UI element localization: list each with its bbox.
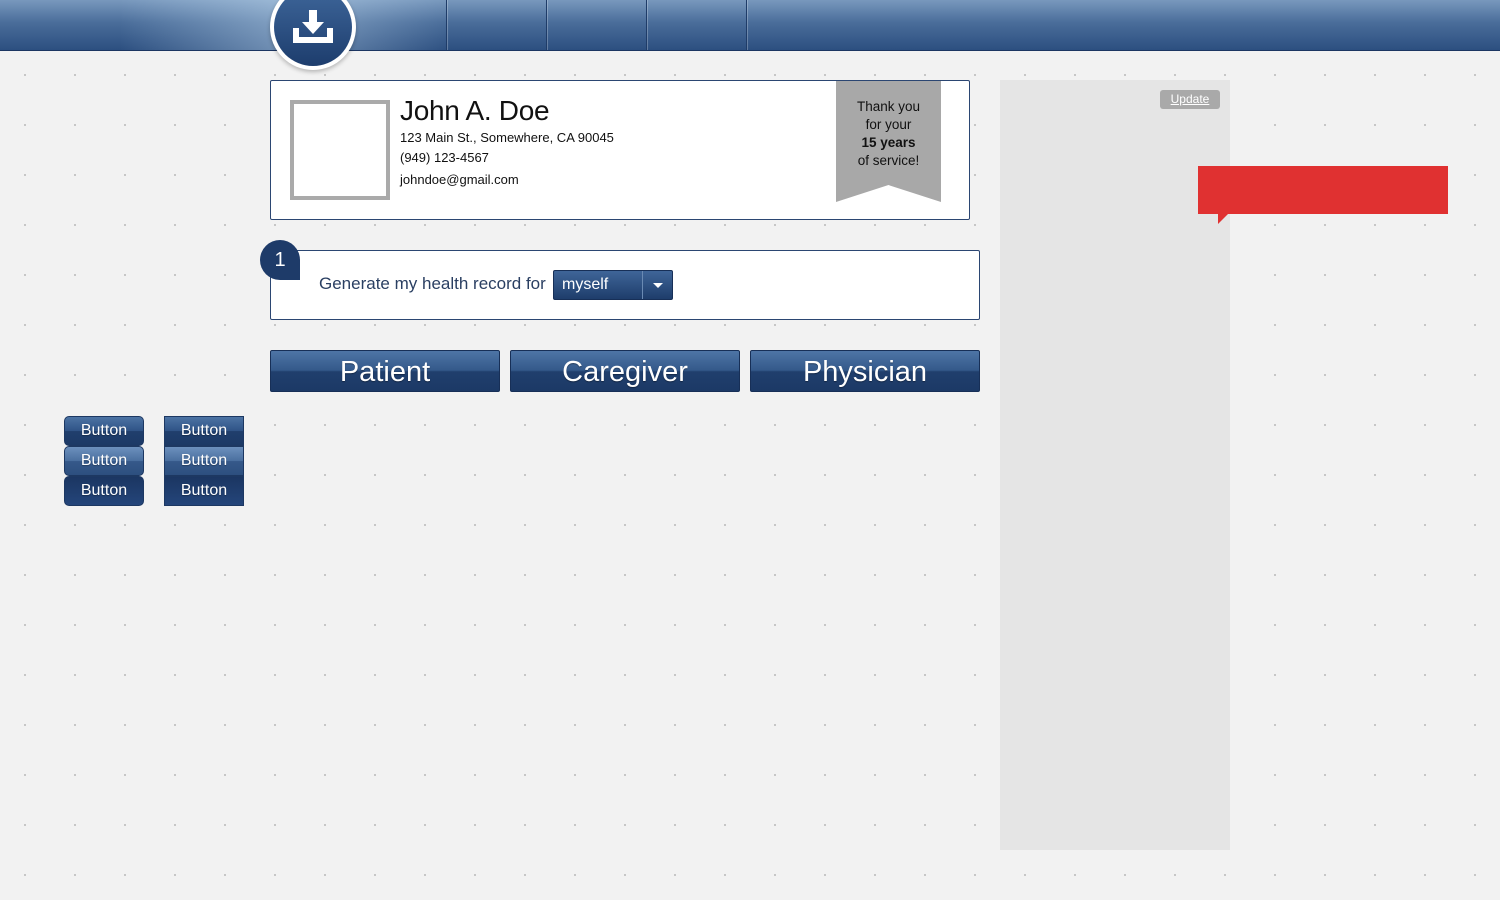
profile-phone: (949) 123-4567: [400, 150, 489, 165]
chevron-down-icon: [653, 283, 663, 288]
nav-tab-2[interactable]: [547, 0, 646, 50]
select-value: myself: [562, 276, 609, 293]
ribbon-years: 15 years: [836, 134, 941, 152]
profile-name: John A. Doe: [400, 95, 550, 126]
ribbon-line: of service!: [857, 153, 920, 168]
sample-button-square-normal[interactable]: Button: [164, 416, 244, 446]
sample-button-square-hover[interactable]: Button: [164, 446, 244, 476]
service-ribbon-text: Thank you for your 15 years of service!: [836, 98, 941, 170]
ribbon-years-value: 15 years: [861, 135, 916, 150]
alert-banner: [1198, 166, 1448, 214]
patient-button[interactable]: Patient: [270, 350, 500, 392]
download-button[interactable]: [270, 0, 356, 70]
nav-divider: [746, 0, 747, 50]
nav-tab-3[interactable]: [647, 0, 746, 50]
ribbon-line: for your: [865, 117, 912, 132]
nav-divider: [646, 0, 647, 50]
step-number-badge: 1: [260, 240, 300, 280]
nav-tab-1[interactable]: [447, 0, 546, 50]
profile-card: John A. Doe 123 Main St., Somewhere, CA …: [270, 80, 970, 220]
ribbon-line: Thank you: [856, 99, 921, 114]
nav-divider: [546, 0, 547, 50]
sample-button-rounded-normal[interactable]: Button: [64, 416, 144, 446]
physician-button[interactable]: Physician: [750, 350, 980, 392]
avatar-placeholder[interactable]: [290, 100, 390, 200]
side-panel: [1000, 80, 1230, 850]
download-tray-icon: [293, 10, 333, 43]
nav-divider: [446, 0, 447, 50]
profile-email: johndoe@gmail.com: [400, 172, 519, 187]
sample-button-rounded-active[interactable]: Button: [64, 476, 144, 506]
download-button-face: [274, 0, 352, 66]
update-button[interactable]: Update: [1160, 90, 1220, 109]
step-label: Generate my health record for: [319, 274, 546, 293]
top-nav-bar: [0, 0, 1500, 51]
sample-button-square-active[interactable]: Button: [164, 476, 244, 506]
profile-address: 123 Main St., Somewhere, CA 90045: [400, 130, 614, 145]
caregiver-button[interactable]: Caregiver: [510, 350, 740, 392]
select-dropdown-toggle[interactable]: [642, 271, 672, 299]
sample-button-rounded-hover[interactable]: Button: [64, 446, 144, 476]
alert-banner-tail: [1218, 214, 1228, 224]
record-for-select[interactable]: myself: [553, 270, 673, 300]
